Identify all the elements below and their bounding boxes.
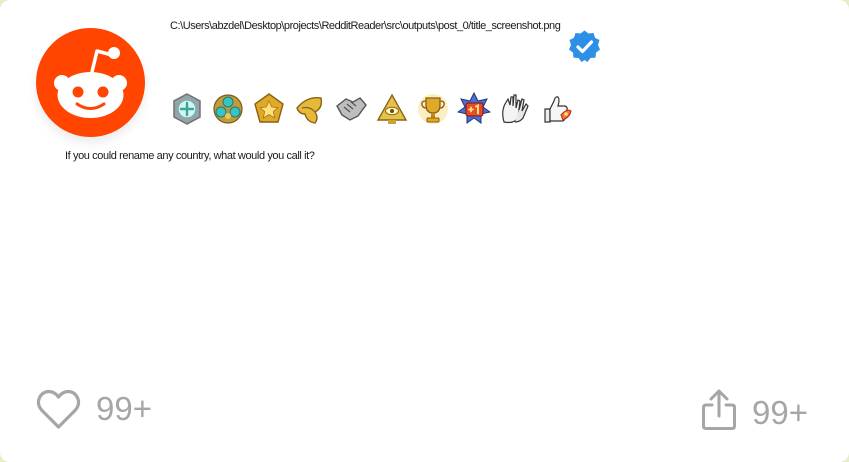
trophy-award-icon[interactable] bbox=[416, 92, 450, 126]
clapping-hands-award-icon[interactable] bbox=[498, 92, 532, 126]
verified-badge-icon bbox=[567, 29, 602, 64]
golden-leaf-award-icon[interactable] bbox=[293, 92, 327, 126]
plus-one-award-icon[interactable] bbox=[456, 91, 492, 126]
gold-star-award-icon[interactable] bbox=[252, 92, 286, 126]
thumbs-up-rocket-award-icon[interactable] bbox=[539, 92, 573, 126]
share-icon[interactable] bbox=[700, 388, 738, 432]
gold-cluster-award-icon[interactable] bbox=[211, 92, 245, 126]
post-title: If you could rename any country, what wo… bbox=[65, 150, 315, 162]
share-count: 99+ bbox=[752, 394, 808, 431]
all-seeing-eye-award-icon[interactable] bbox=[375, 92, 409, 126]
post-author-path: C:\Users\abzdel\Desktop\projects\RedditR… bbox=[170, 20, 561, 32]
like-count: 99+ bbox=[96, 390, 152, 427]
heart-icon[interactable] bbox=[36, 388, 81, 430]
post-card: C:\Users\abzdel\Desktop\projects\RedditR… bbox=[0, 0, 849, 462]
reddit-snoo-icon bbox=[36, 28, 145, 137]
handshake-award-icon[interactable] bbox=[334, 92, 368, 126]
silver-award-icon[interactable] bbox=[170, 92, 204, 126]
